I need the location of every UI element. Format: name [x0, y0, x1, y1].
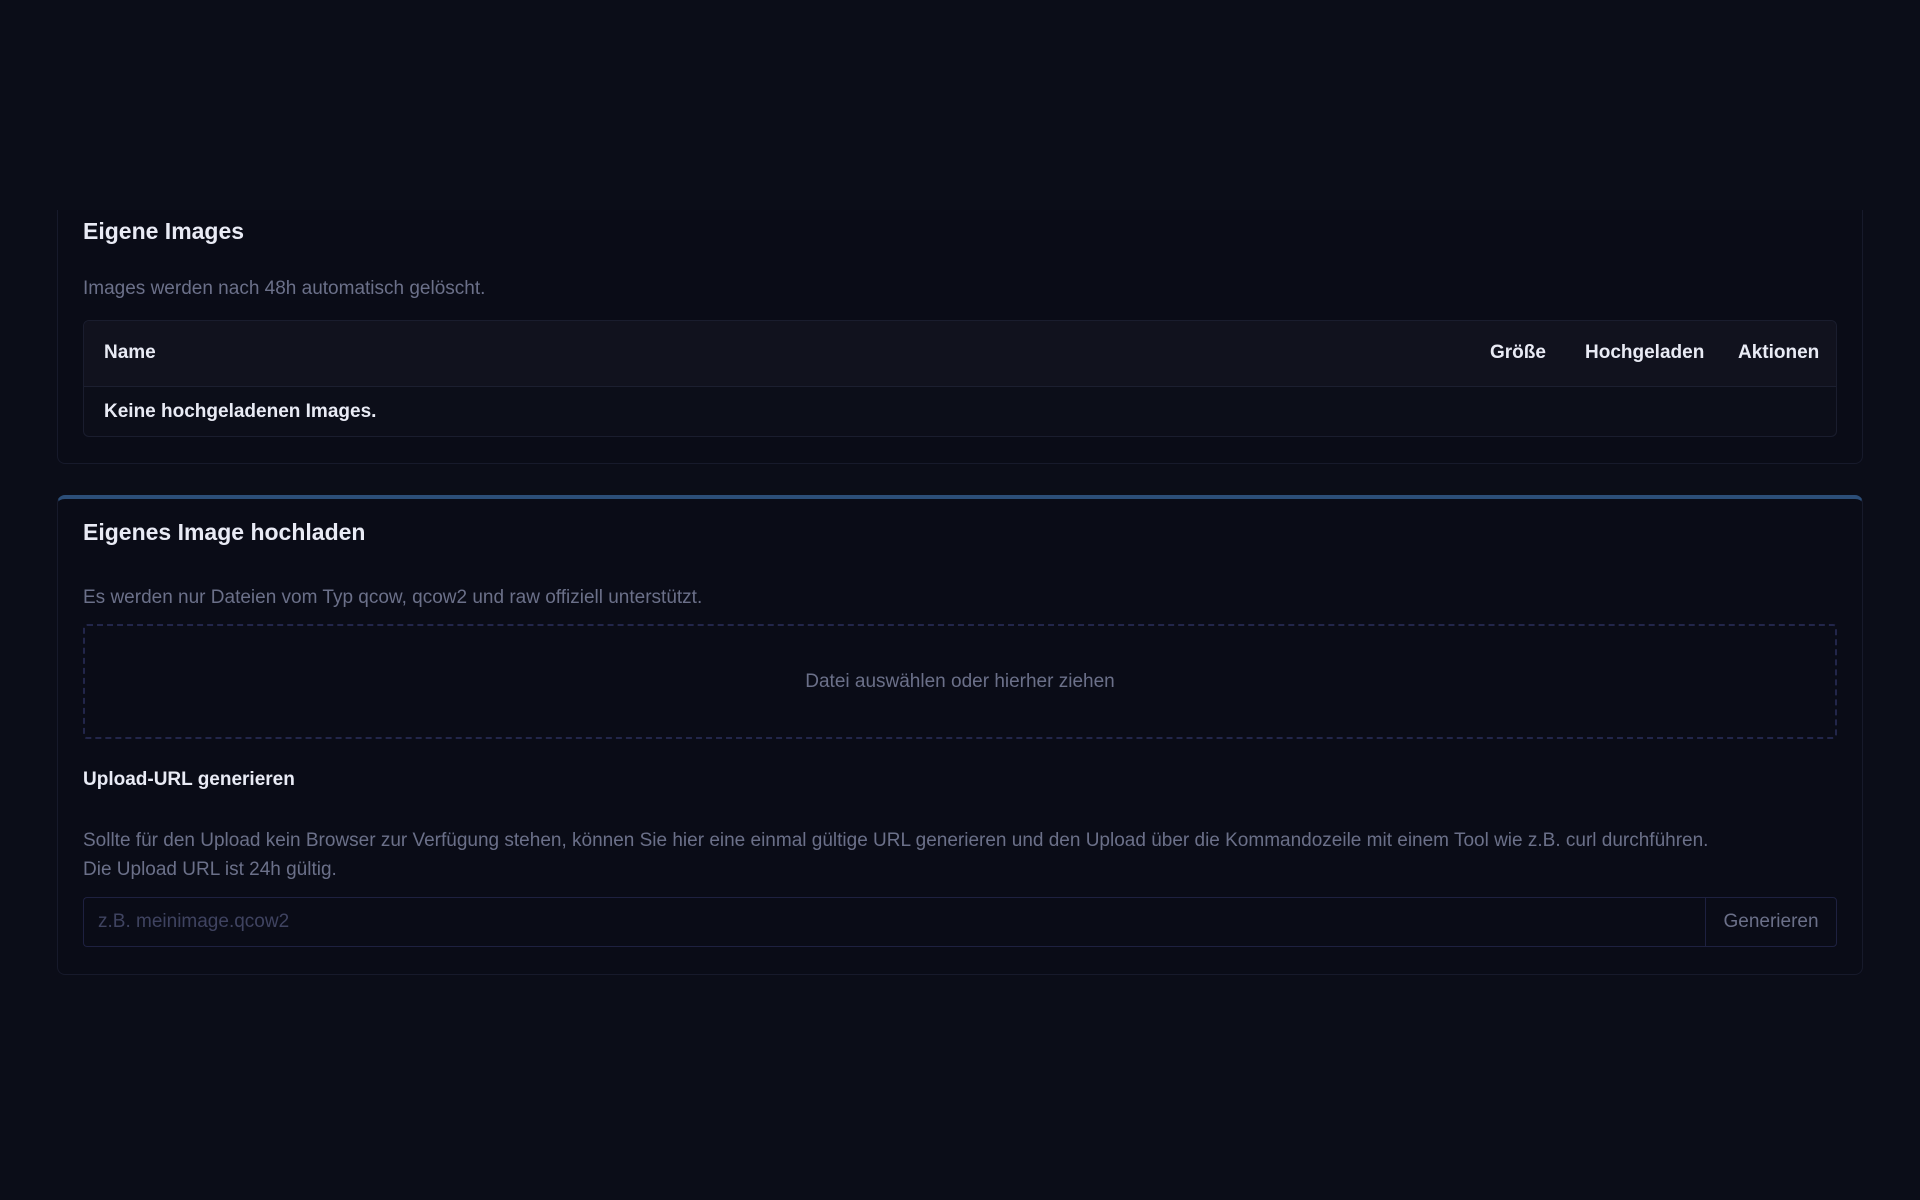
- upload-url-section-title: Upload-URL generieren: [83, 769, 295, 790]
- column-header-uploaded[interactable]: Hochgeladen: [1585, 342, 1704, 364]
- column-header-size[interactable]: Größe: [1490, 342, 1546, 364]
- upload-url-description: Sollte für den Upload kein Browser zur V…: [83, 826, 1708, 884]
- upload-url-description-line1: Sollte für den Upload kein Browser zur V…: [83, 830, 1709, 851]
- upload-url-description-line2: Die Upload URL ist 24h gültig.: [83, 859, 337, 880]
- images-card: Eigene Images Images werden nach 48h aut…: [57, 210, 1863, 464]
- images-card-title: Eigene Images: [83, 218, 245, 244]
- column-header-actions: Aktionen: [1738, 342, 1820, 363]
- file-dropzone[interactable]: Datei auswählen oder hierher ziehen: [83, 624, 1837, 739]
- dropzone-label: Datei auswählen oder hierher ziehen: [805, 670, 1115, 692]
- table-empty-message: Keine hochgeladenen Images.: [104, 401, 377, 422]
- image-name-input[interactable]: [83, 897, 1705, 947]
- images-card-subtitle: Images werden nach 48h automatisch gelös…: [83, 278, 486, 299]
- column-header-name[interactable]: Name: [104, 342, 156, 364]
- images-table: Name Größe Hochgeladen Aktionen Keine ho…: [83, 320, 1837, 437]
- upload-url-input-group: Generieren: [83, 897, 1837, 947]
- page: Eigene Images Images werden nach 48h aut…: [0, 0, 1920, 1200]
- generate-button[interactable]: Generieren: [1705, 897, 1837, 947]
- table-header: Name Größe Hochgeladen Aktionen: [84, 321, 1836, 387]
- upload-card: Eigenes Image hochladen Es werden nur Da…: [57, 495, 1863, 975]
- upload-card-subtitle: Es werden nur Dateien vom Typ qcow, qcow…: [83, 587, 703, 608]
- upload-card-title: Eigenes Image hochladen: [83, 519, 366, 545]
